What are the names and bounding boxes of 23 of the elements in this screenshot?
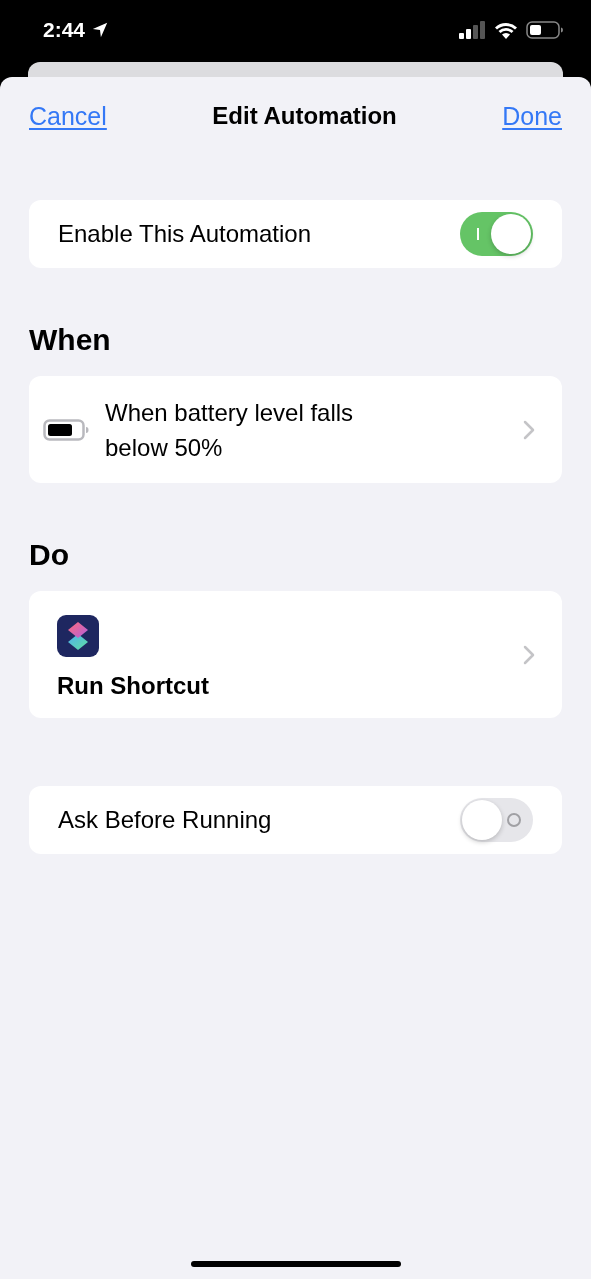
screen-title: Edit Automation <box>212 102 397 130</box>
home-indicator[interactable] <box>190 1261 401 1267</box>
section-heading: When <box>29 323 112 357</box>
action-name: Run Shortcut <box>57 670 210 701</box>
done-link[interactable]: Done <box>502 101 562 131</box>
chevron-icon <box>523 644 535 665</box>
trigger-description: When battery level falls below 50% <box>105 397 355 463</box>
battery-icon <box>526 21 563 39</box>
section-heading: Do <box>29 538 70 572</box>
shortcuts-app-icon <box>57 614 99 657</box>
setting-label: Ask Before Running <box>58 806 272 834</box>
setting-label: Enable This Automation <box>58 220 312 248</box>
status-time: 2:44 <box>43 18 86 42</box>
toggle-switch[interactable] <box>460 798 533 842</box>
chevron-icon <box>523 419 535 440</box>
signal-icon <box>459 21 486 39</box>
location-arrow-icon <box>91 21 110 39</box>
toggle-switch[interactable] <box>460 212 533 256</box>
cancel-link[interactable]: Cancel <box>29 101 107 131</box>
action-row[interactable]: Run Shortcut <box>29 591 562 718</box>
battery-icon <box>43 418 89 441</box>
trigger-row[interactable]: When battery level falls below 50% <box>29 376 562 483</box>
wifi-icon <box>494 21 518 39</box>
